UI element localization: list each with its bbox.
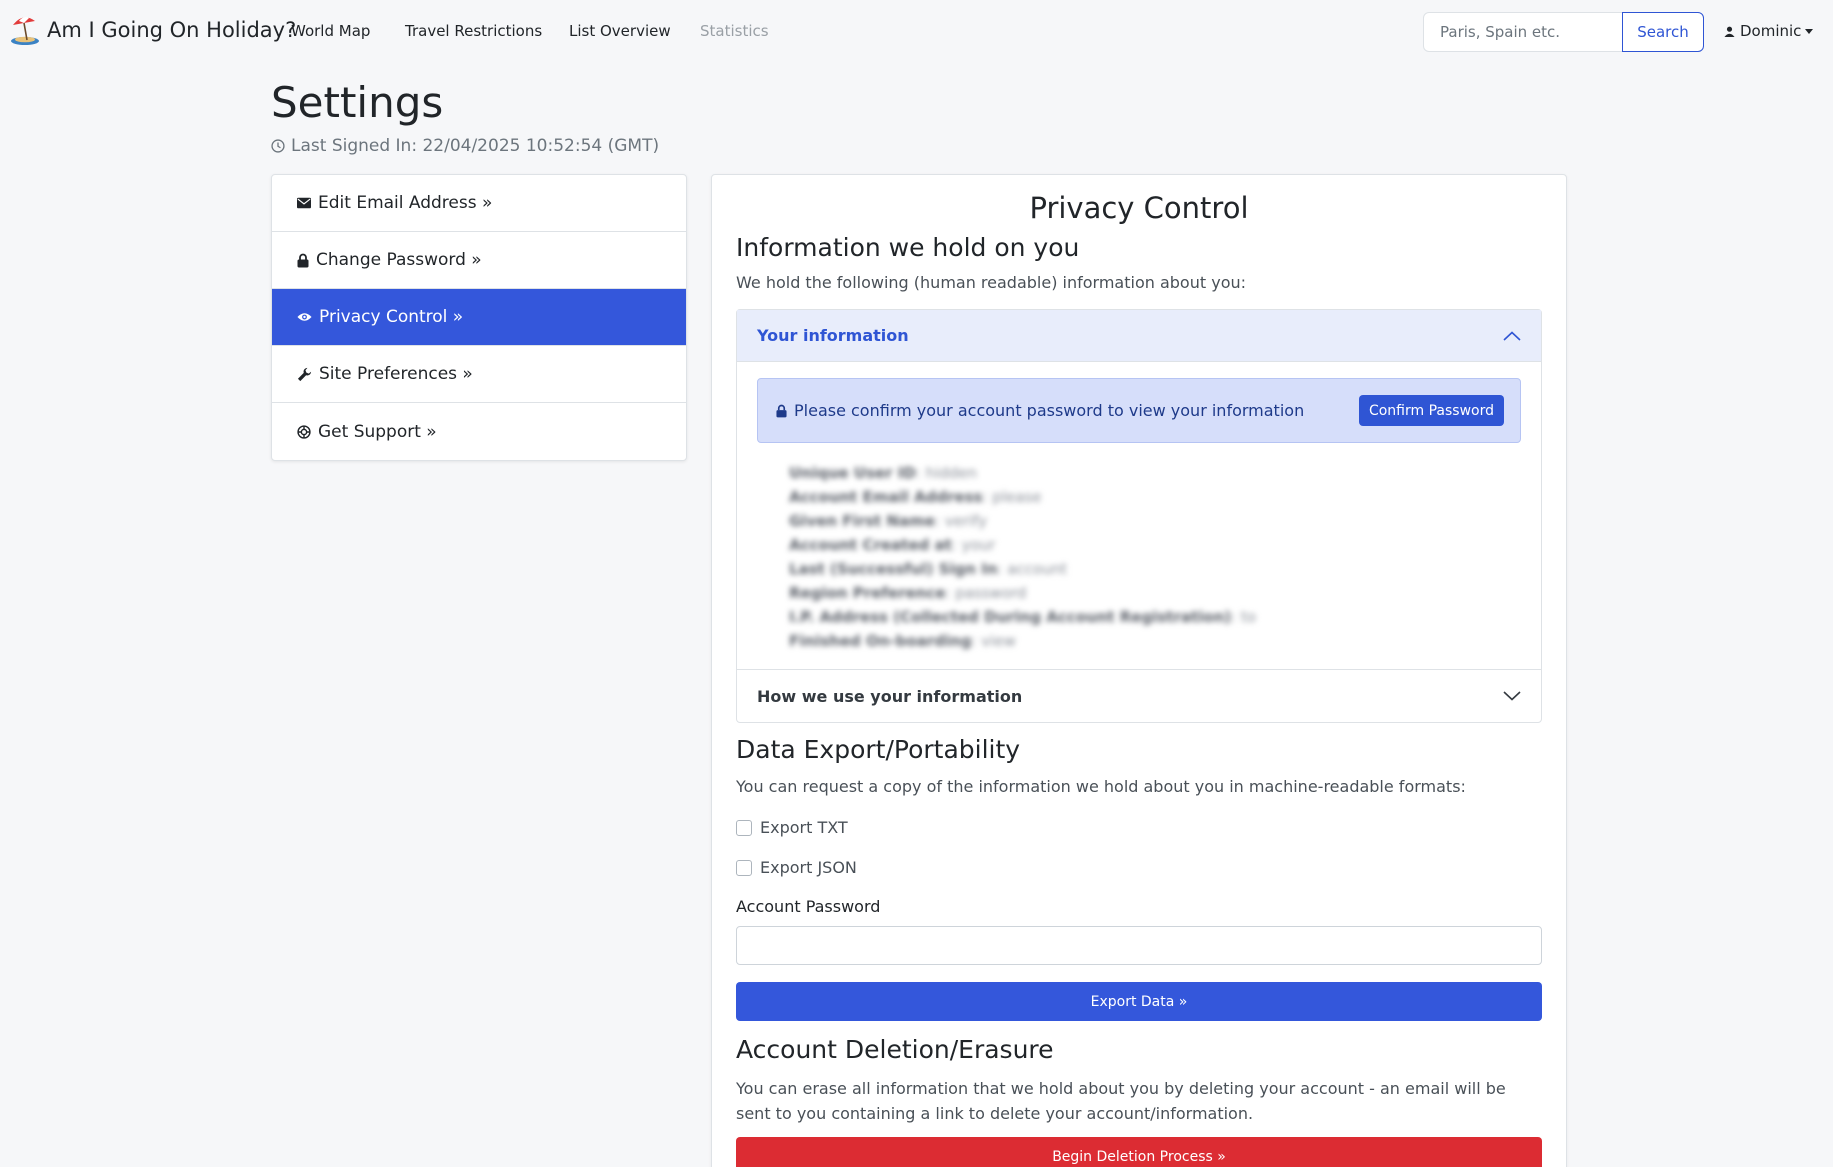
privacy-control-card: Privacy Control Information we hold on y… (711, 174, 1567, 1167)
last-signed-in: Last Signed In: 22/04/2025 10:52:54 (GMT… (271, 136, 659, 156)
begin-deletion-button[interactable]: Begin Deletion Process » (736, 1137, 1542, 1167)
export-txt-label: Export TXT (760, 818, 848, 837)
user-icon (1724, 26, 1735, 37)
navbar: Am I Going On Holiday? World Map Travel … (0, 0, 1833, 64)
last-signed-in-text: Last Signed In: 22/04/2025 10:52:54 (GMT… (291, 136, 660, 156)
accordion-your-information[interactable]: Your information (737, 310, 1541, 362)
info-heading: Information we hold on you (736, 233, 1080, 262)
lifebuoy-icon (297, 424, 311, 439)
brand-name: Am I Going On Holiday? (47, 18, 297, 42)
brand[interactable]: Am I Going On Holiday? (9, 14, 296, 46)
confirm-password-button[interactable]: Confirm Password (1358, 395, 1504, 426)
search-input[interactable] (1423, 12, 1623, 52)
beach-umbrella-icon (11, 17, 39, 45)
accordion-body: Please confirm your account password to … (737, 362, 1541, 670)
export-json-label: Export JSON (760, 858, 857, 877)
account-password-input[interactable] (736, 926, 1542, 965)
user-name: Dominic (1740, 22, 1802, 40)
lock-icon (297, 253, 309, 267)
list-item: Account Email Address: please (789, 488, 1042, 506)
list-item: Last (Successful) Sign In: account (789, 560, 1068, 578)
nav-list-overview[interactable]: List Overview (569, 22, 671, 40)
nav-statistics: Statistics (700, 22, 769, 40)
nav-world-map[interactable]: World Map (291, 22, 370, 40)
alert-text: Please confirm your account password to … (794, 401, 1305, 420)
delete-text: You can erase all information that we ho… (736, 1079, 1506, 1123)
sidebar-item-label: Privacy Control » (319, 307, 464, 327)
wrench-icon (297, 367, 312, 381)
envelope-icon (297, 197, 311, 209)
search-button[interactable]: Search (1622, 12, 1704, 52)
sidebar-item-get-support[interactable]: Get Support » (272, 403, 686, 460)
clock-icon (271, 139, 285, 153)
sidebar-item-privacy-control[interactable]: Privacy Control » (272, 289, 686, 346)
page-title: Settings (271, 78, 444, 127)
sidebar-item-site-preferences[interactable]: Site Preferences » (272, 346, 686, 403)
card-title: Privacy Control (1029, 191, 1249, 225)
export-data-button[interactable]: Export Data » (736, 982, 1542, 1021)
accordion-title: Your information (757, 326, 909, 345)
accordion-title: How we use your information (757, 686, 1023, 706)
delete-heading: Account Deletion/Erasure (736, 1035, 1054, 1064)
password-label: Account Password (736, 897, 881, 916)
list-item: I.P. Address (Collected During Account R… (789, 608, 1257, 626)
confirm-password-alert: Please confirm your account password to … (757, 378, 1521, 443)
sidebar-item-label: Site Preferences » (319, 364, 473, 384)
export-json-option[interactable]: Export JSON (736, 858, 857, 877)
chevron-up-icon (1503, 330, 1521, 341)
sidebar-item-change-password[interactable]: Change Password » (272, 232, 686, 289)
lock-icon (776, 404, 787, 417)
info-text: We hold the following (human readable) i… (736, 273, 1247, 292)
export-heading: Data Export/Portability (736, 735, 1021, 764)
list-item: Account Created at: your (789, 536, 996, 554)
list-item: Region Preference: password (789, 584, 1027, 602)
caret-down-icon (1805, 28, 1814, 34)
list-item: Given First Name: verify (789, 512, 988, 530)
export-json-checkbox[interactable] (736, 859, 752, 876)
sidebar-item-label: Change Password » (316, 250, 482, 270)
settings-sidebar: Edit Email Address » Change Password » P… (271, 174, 687, 461)
sidebar-item-label: Get Support » (318, 421, 437, 442)
list-item: Unique User ID: hidden (789, 464, 978, 482)
export-txt-checkbox[interactable] (736, 819, 752, 836)
eye-icon (297, 313, 312, 321)
export-text: You can request a copy of the informatio… (736, 777, 1466, 796)
sidebar-item-edit-email[interactable]: Edit Email Address » (272, 175, 686, 232)
chevron-down-icon (1503, 691, 1521, 701)
sidebar-item-label: Edit Email Address » (318, 193, 493, 213)
info-accordion: Your information Please confirm your acc… (736, 309, 1542, 723)
list-item: Finished On-boarding: view (789, 632, 1016, 650)
nav-travel-restrictions[interactable]: Travel Restrictions (405, 22, 542, 40)
accordion-how-we-use[interactable]: How we use your information (737, 670, 1541, 722)
user-menu[interactable]: Dominic (1724, 22, 1814, 40)
export-txt-option[interactable]: Export TXT (736, 818, 848, 837)
blurred-info-list: Unique User ID: hidden Account Email Add… (757, 461, 1521, 653)
